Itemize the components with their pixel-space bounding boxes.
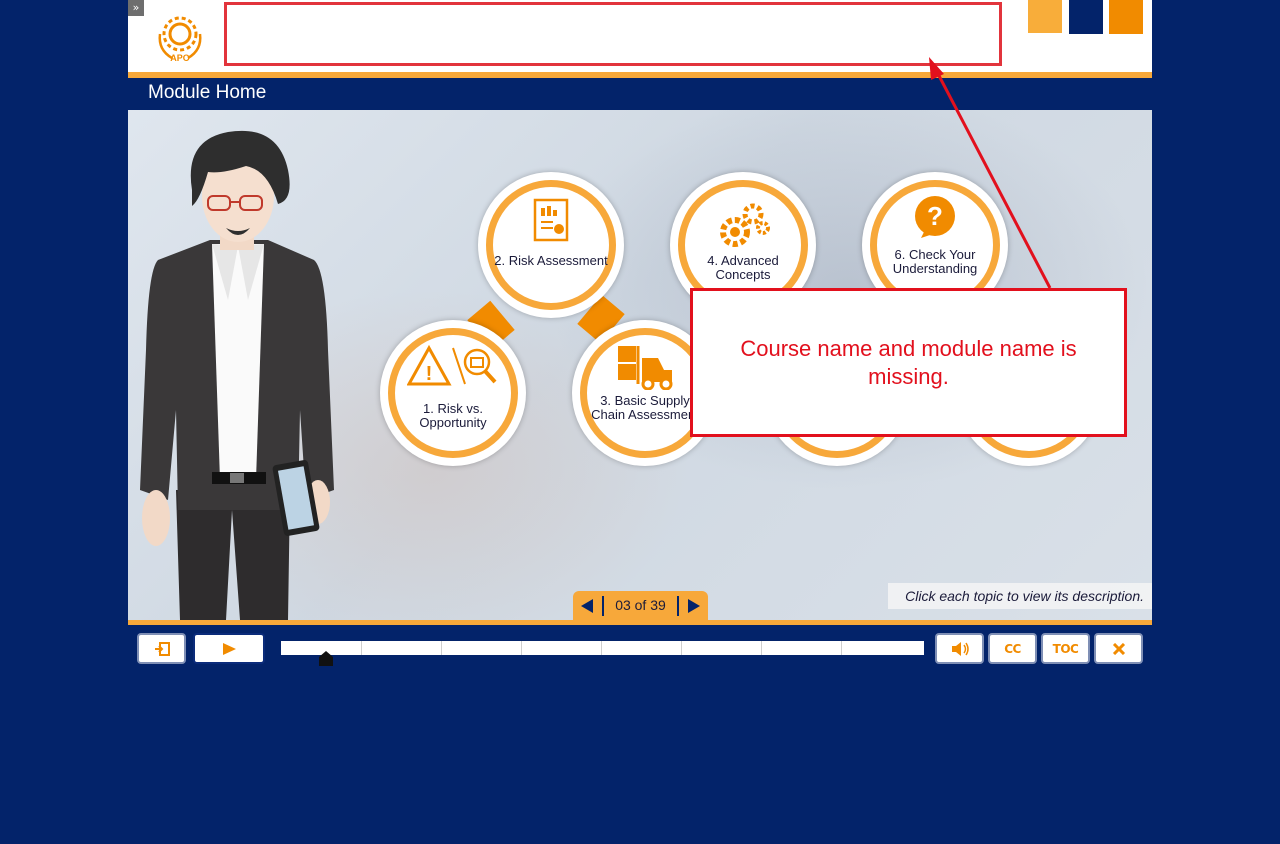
topic-1-risk-vs-opportunity[interactable]: ! 1. Risk vs. Opportunity <box>380 320 526 466</box>
play-button[interactable] <box>193 633 265 664</box>
progress-bar[interactable] <box>281 641 924 666</box>
play-icon <box>223 642 236 655</box>
close-icon <box>1112 642 1125 655</box>
slide-counter: 03 of 39 <box>615 597 666 613</box>
next-slide-icon[interactable] <box>688 599 700 613</box>
presenter-character <box>140 130 334 620</box>
apo-logo: APO <box>158 16 202 63</box>
instruction-hint: Click each topic to view its description… <box>888 583 1152 609</box>
toc-label: TOC <box>1052 641 1079 656</box>
expand-menu-button[interactable]: » <box>128 0 144 16</box>
accent-square-navy <box>1069 0 1103 34</box>
review-callout-text: Course name and module name is missing. <box>740 336 1077 389</box>
module-bar: Module Home <box>128 78 1152 110</box>
gears-icon <box>720 203 770 247</box>
captions-label: CC <box>1004 641 1021 656</box>
progress-thumb[interactable] <box>319 651 333 666</box>
accent-square-light <box>1028 0 1062 33</box>
svg-text:!: ! <box>426 363 433 385</box>
topic-label: 4. Advanced Concepts <box>707 253 779 282</box>
module-title: Module Home <box>148 82 267 103</box>
topic-label: 2. Risk Assessment <box>494 253 608 268</box>
warning-search-icon: ! <box>406 344 497 386</box>
topic-2-risk-assessment[interactable]: 2. Risk Assessment <box>478 172 624 318</box>
stage-stripe <box>128 620 1152 625</box>
svg-text:?: ? <box>927 201 943 231</box>
previous-slide-icon[interactable] <box>581 599 593 613</box>
volume-button[interactable] <box>935 633 984 664</box>
toc-button[interactable]: TOC <box>1041 633 1090 664</box>
svg-text:APO: APO <box>170 53 190 63</box>
slide-pager: 03 of 39 <box>573 591 708 620</box>
captions-button[interactable]: CC <box>988 633 1037 664</box>
course-title-box <box>224 2 1002 66</box>
accent-square-orange <box>1109 0 1143 34</box>
exit-icon <box>154 641 170 656</box>
speaker-icon <box>951 641 969 656</box>
forklift-icon <box>618 346 673 391</box>
exit-button[interactable] <box>137 633 186 664</box>
report-icon <box>533 198 569 242</box>
close-button[interactable] <box>1094 633 1143 664</box>
review-callout: Course name and module name is missing. <box>690 288 1127 437</box>
question-bubble-icon: ? <box>915 196 955 238</box>
topic-label: 6. Check Your Understanding <box>892 247 978 276</box>
topic-label: 1. Risk vs. Opportunity <box>419 401 487 430</box>
